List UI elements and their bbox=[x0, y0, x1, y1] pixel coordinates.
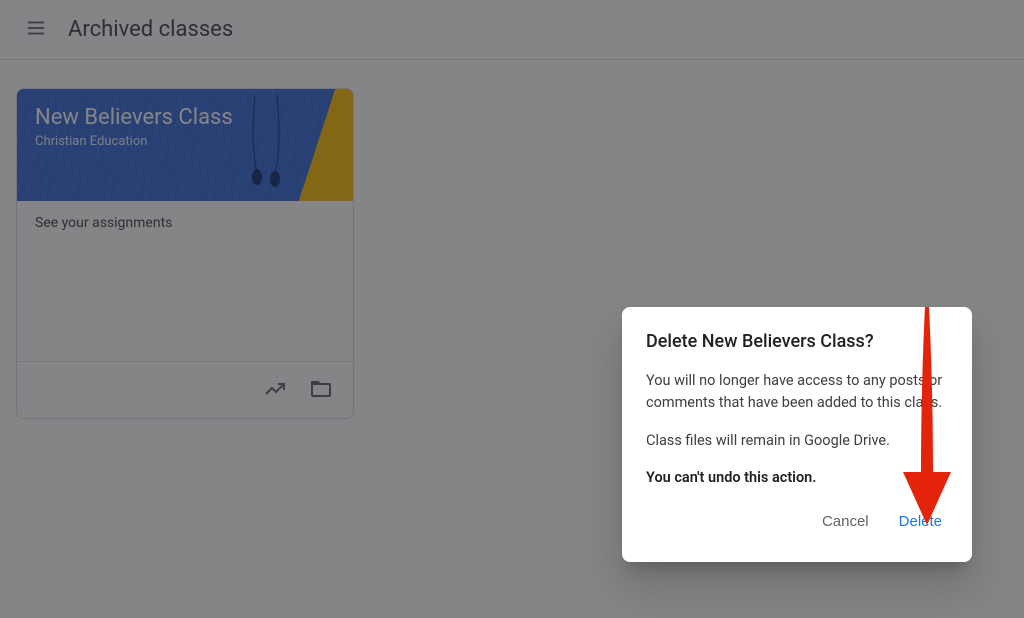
cancel-button[interactable]: Cancel bbox=[816, 505, 875, 538]
dialog-title: Delete New Believers Class? bbox=[646, 331, 948, 352]
dialog-actions: Cancel Delete bbox=[646, 505, 948, 538]
app-root: Archived classes New Believers Class Chr… bbox=[0, 0, 1024, 618]
dialog-paragraph-2: Class files will remain in Google Drive. bbox=[646, 430, 948, 452]
delete-button[interactable]: Delete bbox=[893, 505, 948, 538]
dialog-body: You will no longer have access to any po… bbox=[646, 370, 948, 489]
dialog-paragraph-3: You can't undo this action. bbox=[646, 467, 948, 489]
dialog-paragraph-1: You will no longer have access to any po… bbox=[646, 370, 948, 414]
delete-dialog: Delete New Believers Class? You will no … bbox=[622, 307, 972, 562]
